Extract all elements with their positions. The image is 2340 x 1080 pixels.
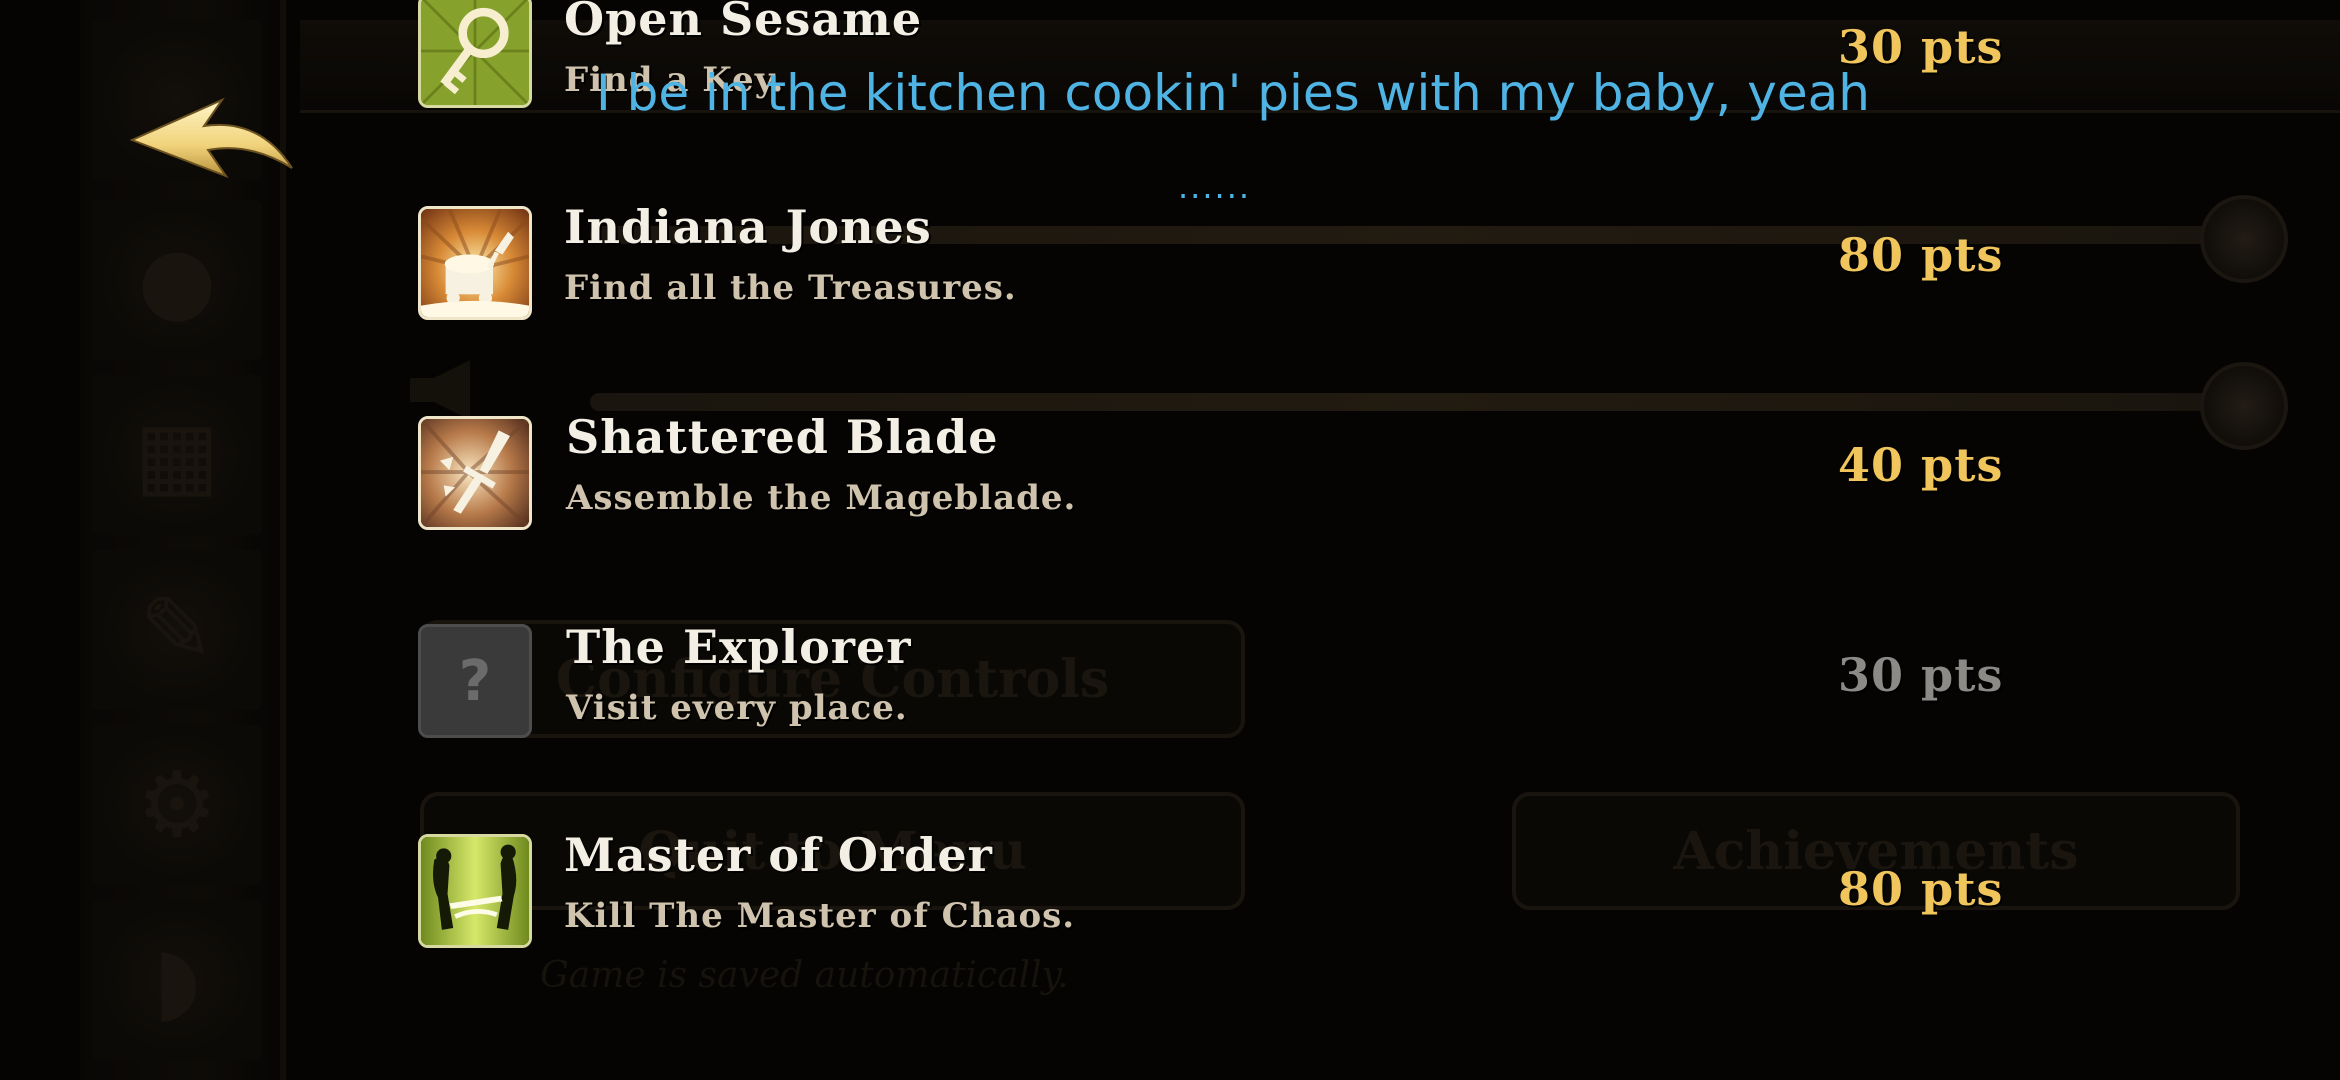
duel-silhouette-icon [418, 834, 532, 948]
achievement-title: Indiana Jones [564, 200, 932, 254]
achievement-description: Assemble the Mageblade. [566, 478, 1077, 518]
achievement-description: Kill The Master of Chaos. [564, 896, 1076, 936]
achievement-title: Open Sesame [564, 0, 923, 46]
achievement-row[interactable]: Indiana Jones Find all the Treasures. 80… [0, 200, 2340, 336]
lyrics-caption: I be in the kitchen cookin' pies with my… [596, 64, 1870, 122]
achievement-points: 40 pts [1838, 438, 2004, 492]
key-icon [418, 0, 532, 108]
achievement-description: Visit every place. [566, 688, 908, 728]
question-mark-icon: ? [418, 624, 532, 738]
achievement-title: Master of Order [564, 828, 993, 882]
sound-volume-slider [590, 393, 2240, 411]
achievement-points: 80 pts [1838, 228, 2004, 282]
achievement-row-locked[interactable]: ? The Explorer Visit every place. 30 pts [0, 620, 2340, 754]
caption-more-indicator[interactable]: ...... [1178, 168, 1251, 206]
achievement-description: Find all the Treasures. [564, 268, 1017, 308]
treasure-cart-icon [418, 206, 532, 320]
locked-glyph: ? [458, 648, 492, 714]
speaker-icon [410, 360, 470, 420]
achievement-title: The Explorer [566, 620, 912, 674]
achievement-row[interactable]: Master of Order Kill The Master of Chaos… [0, 828, 2340, 964]
achievement-points: 80 pts [1838, 862, 2004, 916]
achievement-points: 30 pts [1838, 648, 2004, 702]
broken-sword-icon [418, 416, 532, 530]
achievement-title: Shattered Blade [566, 410, 999, 464]
achievement-row[interactable]: Shattered Blade Assemble the Mageblade. … [0, 410, 2340, 546]
